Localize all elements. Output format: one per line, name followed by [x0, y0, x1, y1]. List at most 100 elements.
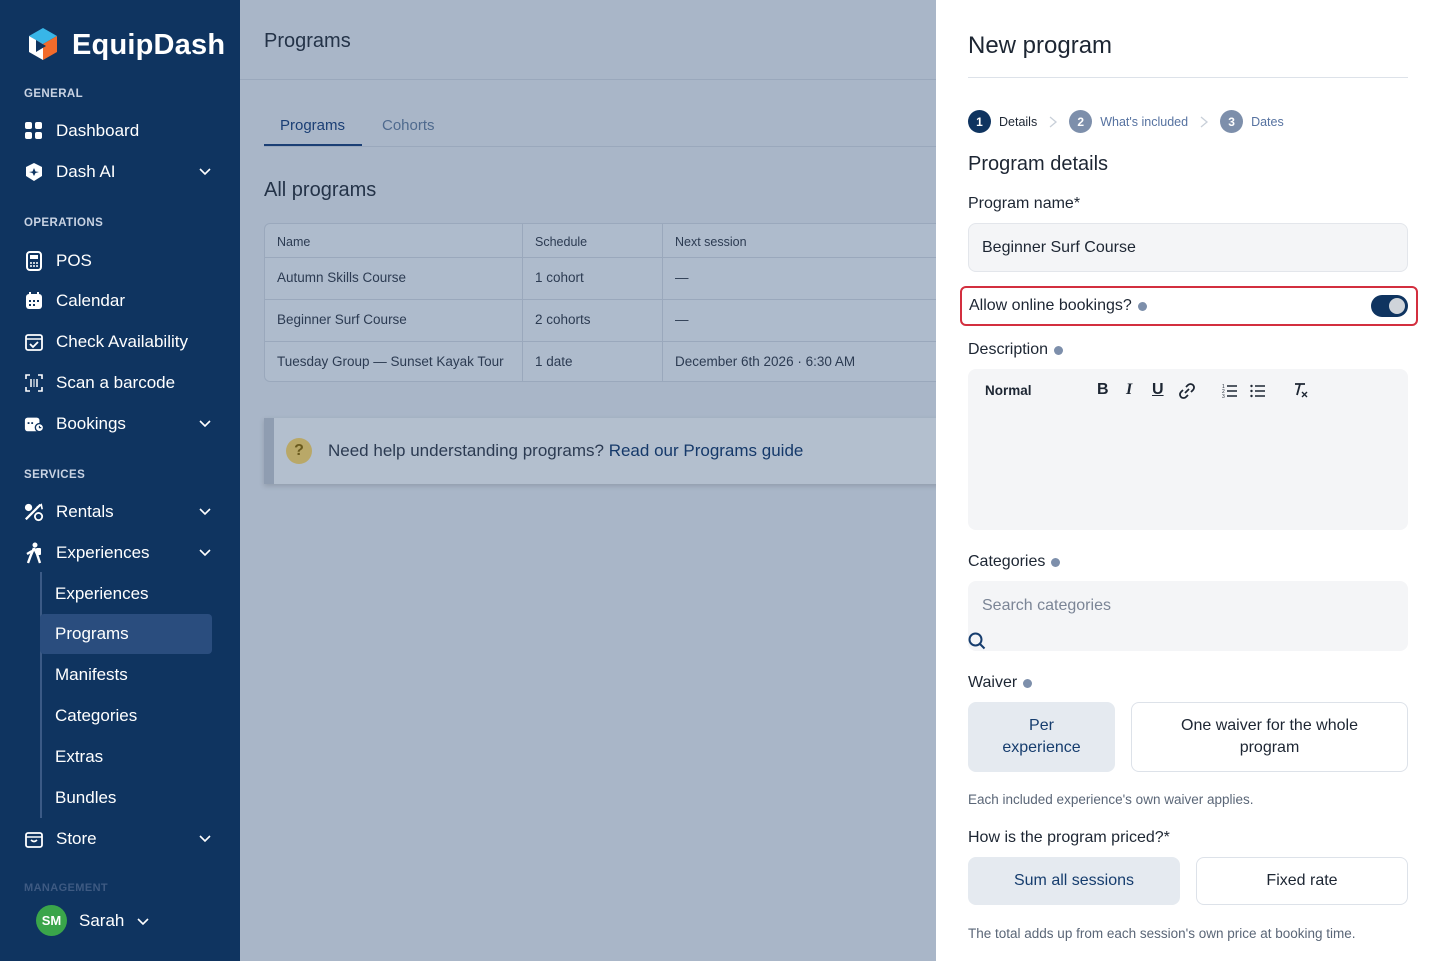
table-cell[interactable]: Autumn Skills Course — [277, 270, 406, 285]
subnav-manifests[interactable]: Manifests — [40, 655, 212, 695]
nav-scan-barcode[interactable]: Scan a barcode — [24, 364, 216, 402]
app-logo[interactable]: EquipDash — [24, 26, 225, 64]
ordered-list-icon[interactable]: 123 — [1222, 383, 1238, 399]
italic-icon[interactable]: I — [1126, 381, 1132, 399]
table-cell: — — [675, 270, 689, 285]
waiver-label: Waiver — [968, 674, 1018, 691]
table-cell: 1 cohort — [535, 270, 584, 285]
step-2-label[interactable]: What's included — [1100, 115, 1188, 129]
pricing-hint: The total adds up from each session's ow… — [968, 926, 1356, 941]
barcode-icon — [24, 373, 44, 393]
table-cell: December 6th 2026 · 6:30 AM — [675, 354, 856, 369]
nav-store[interactable]: Store — [24, 820, 216, 858]
stepper: 1 Details 2 What's included 3 Dates — [968, 110, 1284, 133]
step-2-number[interactable]: 2 — [1069, 110, 1093, 133]
drawer-title: New program — [968, 32, 1113, 59]
chevron-down-icon — [137, 917, 149, 925]
categories-label: Categories — [968, 553, 1046, 570]
info-icon[interactable] — [1054, 345, 1064, 355]
active-tab-indicator — [264, 144, 362, 146]
help-text: Need help understanding programs? — [328, 441, 604, 460]
nav-dashboard-label: Dashboard — [56, 121, 140, 140]
nav-experiences[interactable]: Experiences — [24, 534, 216, 572]
nav-calendar[interactable]: Calendar — [24, 282, 216, 320]
store-bag-icon — [24, 829, 44, 849]
waiver-option-per-experience[interactable]: Per experience — [968, 702, 1115, 772]
tab-cohorts[interactable]: Cohorts — [382, 117, 435, 134]
table-cell[interactable]: Tuesday Group — Sunset Kayak Tour — [277, 354, 504, 369]
tab-programs[interactable]: Programs — [280, 117, 345, 134]
tab-bar: Programs Cohorts — [264, 104, 936, 147]
clear-format-icon[interactable] — [1293, 382, 1309, 398]
calendar-icon — [24, 291, 44, 311]
program-name-input[interactable]: Beginner Surf Course — [968, 223, 1408, 272]
sidebar: EquipDash GENERAL Dashboard Dash AI OPER… — [0, 0, 240, 961]
waiver-option-whole-program[interactable]: One waiver for the whole program — [1131, 702, 1408, 772]
waiver-label-wrap: Waiver — [968, 674, 1033, 692]
subnav-extras[interactable]: Extras — [40, 737, 212, 777]
nav-dash-ai-label: Dash AI — [56, 162, 116, 181]
pricing-label: How is the program priced?* — [968, 829, 1170, 846]
divider — [968, 77, 1408, 78]
row-divider — [265, 299, 963, 300]
nav-rentals[interactable]: Rentals — [24, 493, 216, 531]
nav-pos[interactable]: POS — [24, 242, 216, 280]
chevron-down-icon — [199, 549, 211, 557]
column-header-next-session[interactable]: Next session — [675, 235, 747, 249]
table-cell[interactable]: Beginner Surf Course — [277, 312, 407, 327]
online-bookings-label-wrap: Allow online bookings? — [969, 297, 1147, 315]
section-services: SERVICES — [24, 469, 86, 481]
step-3-label[interactable]: Dates — [1251, 115, 1284, 129]
subnav-categories[interactable]: Categories — [40, 696, 212, 736]
link-icon[interactable] — [1179, 383, 1195, 399]
pricing-option-fixed-rate[interactable]: Fixed rate — [1196, 857, 1408, 905]
bullet-list-icon[interactable] — [1250, 383, 1266, 399]
nav-check-availability[interactable]: Check Availability — [24, 323, 216, 361]
new-program-drawer: New program 1 Details 2 What's included … — [936, 0, 1440, 961]
nav-bookings-label: Bookings — [56, 414, 126, 433]
info-icon[interactable] — [1023, 678, 1033, 688]
chevron-down-icon — [199, 168, 211, 176]
table-cell: — — [675, 312, 689, 327]
online-bookings-toggle[interactable] — [1371, 295, 1408, 317]
user-menu[interactable]: SM Sarah — [36, 905, 150, 936]
rentals-icon — [24, 502, 44, 522]
chevron-right-icon — [1200, 116, 1209, 127]
grid-icon — [24, 121, 44, 141]
toggle-knob — [1389, 298, 1405, 314]
chevron-down-icon — [199, 420, 211, 428]
info-icon[interactable] — [1137, 301, 1147, 311]
column-header-name[interactable]: Name — [277, 235, 310, 249]
categories-search-input[interactable]: Search categories — [968, 581, 1408, 651]
description-editor[interactable]: Normal B I U 123 — [968, 369, 1408, 530]
step-1-number[interactable]: 1 — [968, 110, 991, 133]
column-header-schedule[interactable]: Schedule — [535, 235, 587, 249]
bold-icon[interactable]: B — [1097, 381, 1109, 399]
program-name-label: Program name* — [968, 195, 1081, 212]
avatar: SM — [36, 905, 67, 936]
nav-check-availability-label: Check Availability — [56, 332, 188, 351]
nav-dashboard[interactable]: Dashboard — [24, 112, 216, 150]
info-icon[interactable] — [1051, 557, 1061, 567]
pricing-option-sum-sessions[interactable]: Sum all sessions — [968, 857, 1180, 905]
chevron-down-icon — [199, 508, 211, 516]
subnav-bundles[interactable]: Bundles — [40, 778, 212, 818]
subnav-experiences[interactable]: Experiences — [40, 574, 212, 614]
nav-dash-ai[interactable]: Dash AI — [24, 153, 216, 191]
row-divider — [265, 341, 963, 342]
subnav-programs[interactable]: Programs — [40, 614, 212, 654]
search-icon — [968, 632, 986, 650]
text-style-select[interactable]: Normal — [985, 383, 1032, 398]
waiver-hint: Each included experience's own waiver ap… — [968, 792, 1254, 807]
step-1-label[interactable]: Details — [999, 115, 1037, 129]
page-title: Programs — [264, 30, 351, 52]
programs-guide-link[interactable]: Read our Programs guide — [609, 441, 804, 460]
svg-text:3: 3 — [1222, 394, 1225, 399]
section-operations: OPERATIONS — [24, 217, 104, 229]
user-name: Sarah — [79, 910, 125, 930]
online-bookings-row: Allow online bookings? — [960, 286, 1418, 326]
step-3-number[interactable]: 3 — [1220, 110, 1244, 133]
nav-pos-label: POS — [56, 251, 92, 270]
underline-icon[interactable]: U — [1152, 381, 1164, 399]
nav-bookings[interactable]: Bookings — [24, 405, 216, 443]
